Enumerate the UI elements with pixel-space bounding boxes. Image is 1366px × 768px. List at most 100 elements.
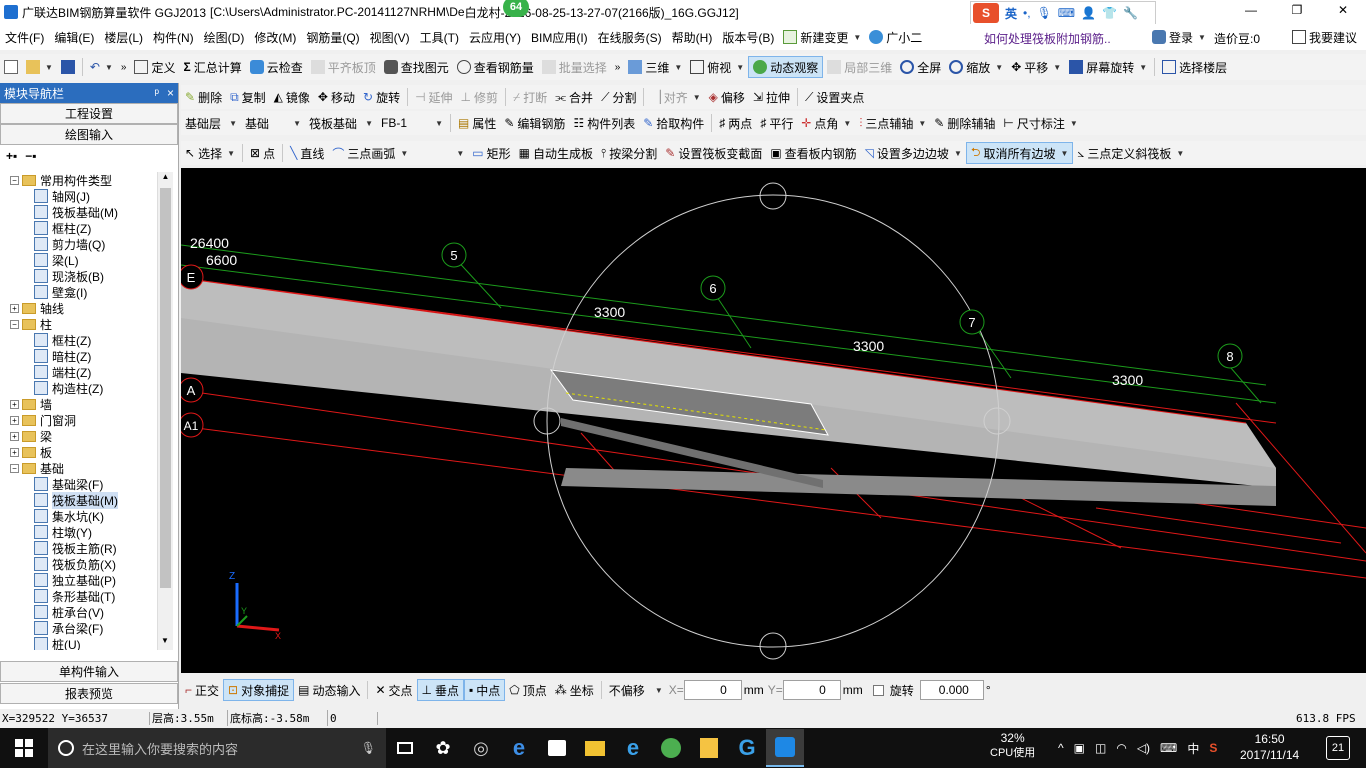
define-button[interactable]: 定义 <box>130 56 179 78</box>
category-select[interactable]: 基础 ▼ <box>241 112 305 134</box>
task-view-icon[interactable] <box>386 729 424 767</box>
local-3d-button[interactable]: 局部三维 <box>823 56 896 78</box>
scroll-thumb[interactable] <box>160 188 171 588</box>
ime-indicator[interactable]: 中 <box>1187 740 1199 757</box>
type-select[interactable]: 筏板基础 ▼ <box>305 112 377 134</box>
keyboard-icon[interactable]: ⌨ <box>1058 6 1075 20</box>
menu-item-13[interactable]: 版本号(B) <box>717 26 779 48</box>
tree-item[interactable]: 暗柱(Z) <box>0 348 156 364</box>
search-box[interactable]: 在这里输入你要搜索的内容 🎙 <box>48 728 386 768</box>
dynamic-view-button[interactable]: 动态观察 <box>748 56 824 78</box>
menu-item-2[interactable]: 楼层(L) <box>99 26 148 48</box>
tree-item[interactable]: 现浇板(B) <box>0 268 156 284</box>
tree-item[interactable]: + 板 <box>0 444 156 460</box>
rotate-screen-button[interactable]: 屏幕旋转 ▼ <box>1065 56 1151 78</box>
dimension-button[interactable]: ⊢ 尺寸标注 ▼ <box>999 112 1081 134</box>
menu-item-5[interactable]: 修改(M) <box>249 26 301 48</box>
merge-button[interactable]: ⫘ 合并 <box>551 86 597 108</box>
rotate-button[interactable]: ↻ 旋转 <box>359 86 404 108</box>
menu-item-3[interactable]: 构件(N) <box>148 26 199 48</box>
tree-item[interactable]: + 轴线 <box>0 300 156 316</box>
select-button[interactable]: ↖ 选择 ▼ <box>181 142 239 164</box>
green-app-icon[interactable] <box>652 729 690 767</box>
mid-toggle[interactable]: ▪ 中点 <box>464 679 506 701</box>
ime-lang[interactable]: 英 <box>1005 5 1017 22</box>
skin-icon[interactable]: 👕 <box>1102 6 1117 20</box>
split-button[interactable]: ⟋ 分割 <box>597 86 640 108</box>
point-angle-button[interactable]: ✛ 点角 ▼ <box>797 112 855 134</box>
start-button[interactable] <box>0 729 48 767</box>
collapse-all-icon[interactable]: −▪ <box>25 149 36 163</box>
wrench-icon[interactable]: 🔧 <box>1123 6 1138 20</box>
menu-item-11[interactable]: 在线服务(S) <box>593 26 667 48</box>
break-button[interactable]: ⌿ 打断 <box>509 86 551 108</box>
rotate-checkbox[interactable] <box>872 684 884 696</box>
tree-item[interactable]: 剪力墙(Q) <box>0 236 156 252</box>
keyboard-icon[interactable]: ⌨ <box>1160 741 1177 755</box>
move-button[interactable]: ✥ 移动 <box>314 86 359 108</box>
store-icon[interactable] <box>538 729 576 767</box>
tree-item[interactable]: 桩承台(V) <box>0 604 156 620</box>
canvas-svg[interactable]: 5 6 7 8 E A A1 26400 6600 3300 3300 3300… <box>181 168 1366 673</box>
three-point-axis-button[interactable]: ⫶ 三点辅轴 ▼ <box>855 112 930 134</box>
edit-rebar-button[interactable]: ✎ 编辑钢筋 <box>500 112 569 134</box>
tree-item[interactable]: 端柱(Z) <box>0 364 156 380</box>
explorer-icon[interactable] <box>576 729 614 767</box>
copy-button[interactable]: ⧉ 复制 <box>226 86 270 108</box>
tree-item[interactable]: 筏板主筋(R) <box>0 540 156 556</box>
delete-button[interactable]: ✎ 删除 <box>181 86 226 108</box>
dynamic-input-button[interactable]: ▤ 动态输入 <box>294 679 364 701</box>
network-icon[interactable]: ◫ <box>1095 741 1106 755</box>
expand-icon[interactable]: + <box>10 303 19 313</box>
tree-scrollbar[interactable]: ▲ ▼ <box>157 172 173 650</box>
mic-icon[interactable]: 🎙 <box>361 741 376 755</box>
auto-slab-button[interactable]: ▦ 自动生成板 <box>515 142 597 164</box>
tree-item[interactable]: 壁龛(I) <box>0 284 156 300</box>
ie-icon[interactable]: e <box>614 729 652 767</box>
new-change-button[interactable]: 新建变更 ▼ <box>779 26 865 48</box>
sum-button[interactable]: Σ 汇总计算 <box>179 56 245 78</box>
x-input[interactable]: 0 <box>683 680 742 700</box>
name-select[interactable]: FB-1 ▼ <box>377 112 447 134</box>
collapse-icon[interactable]: − <box>10 175 19 185</box>
menu-item-9[interactable]: 云应用(Y) <box>464 26 526 48</box>
browser-app-icon[interactable]: ◎ <box>462 729 500 767</box>
split-by-beam-button[interactable]: ⫯ 按梁分割 <box>597 142 661 164</box>
edge-icon[interactable]: e <box>500 729 538 767</box>
save-button[interactable] <box>57 56 79 78</box>
new-file-button[interactable] <box>0 56 22 78</box>
notification-button[interactable]: 21 <box>1326 736 1350 760</box>
y-input[interactable]: 0 <box>782 680 841 700</box>
menu-item-7[interactable]: 视图(V) <box>365 26 415 48</box>
parallel-button[interactable]: ♯ 平行 <box>756 112 797 134</box>
ortho-button[interactable]: ⌐ 正交 <box>181 679 223 701</box>
more-mid[interactable]: » <box>611 56 625 78</box>
arc-button[interactable]: ⌒ 三点画弧 ▼ <box>328 142 412 164</box>
floor-select[interactable]: 基础层 ▼ <box>181 112 241 134</box>
tree-item[interactable]: 独立基础(P) <box>0 572 156 588</box>
login-button[interactable]: 登录 ▼ <box>1148 26 1210 48</box>
fan-app-icon[interactable]: ✿ <box>424 729 462 767</box>
tree-item[interactable]: + 墙 <box>0 396 156 412</box>
draw-input-button[interactable]: 绘图输入 <box>0 124 178 145</box>
tree-item[interactable]: 梁(L) <box>0 252 156 268</box>
select-floor-button[interactable]: 选择楼层 <box>1158 56 1231 78</box>
ime-toolbar[interactable]: S 英 •, 🎙 ⌨ 👤 👕 🔧 <box>970 1 1156 25</box>
stretch-button[interactable]: ⇲ 拉伸 <box>749 86 794 108</box>
sogou-tray-icon[interactable]: S <box>1209 741 1217 755</box>
set-grip-button[interactable]: ⟋ 设置夹点 <box>801 86 868 108</box>
notes-app-icon[interactable] <box>690 729 728 767</box>
coord-toggle[interactable]: ⁂ 坐标 <box>551 679 598 701</box>
more-left[interactable]: » <box>117 56 131 78</box>
punct-icon[interactable]: •, <box>1023 6 1031 20</box>
panel-close-icon[interactable]: × <box>167 86 174 100</box>
menu-item-8[interactable]: 工具(T) <box>415 26 464 48</box>
level-top-button[interactable]: 平齐板顶 <box>307 56 380 78</box>
view-slab-rebar-button[interactable]: ▣ 查看板内钢筋 <box>766 142 860 164</box>
wifi-icon[interactable]: ◠ <box>1116 741 1126 755</box>
two-point-button[interactable]: ♯ 两点 <box>715 112 756 134</box>
three-point-slope-button[interactable]: ⦣ 三点定义斜筏板 ▼ <box>1073 142 1188 164</box>
tree-item[interactable]: + 门窗洞 <box>0 412 156 428</box>
tray-app-icon[interactable]: ▣ <box>1074 741 1085 755</box>
set-section-button[interactable]: ✎ 设置筏板变截面 <box>661 142 766 164</box>
